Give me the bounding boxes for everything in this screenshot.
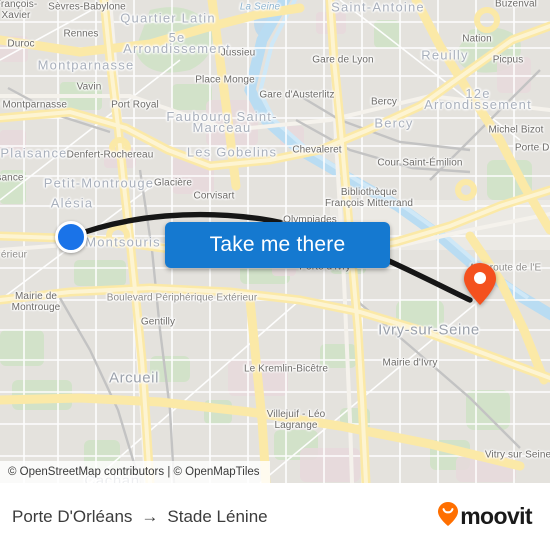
footer-bar: Porte D'Orléans → Stade Lénine moovit xyxy=(0,483,550,550)
trip-origin: Porte D'Orléans xyxy=(12,506,133,526)
orange-pin-destination-marker[interactable] xyxy=(463,262,497,311)
moovit-pin-smiley-icon xyxy=(437,501,459,532)
moovit-logo[interactable]: moovit xyxy=(437,501,533,532)
blue-dot-origin-marker[interactable] xyxy=(55,221,87,253)
take-me-there-button[interactable]: Take me there xyxy=(165,222,390,268)
map-attribution[interactable]: © OpenStreetMap contributors | © OpenMap… xyxy=(0,461,270,483)
take-me-there-label: Take me there xyxy=(209,233,346,256)
attribution-text: © OpenStreetMap contributors | © OpenMap… xyxy=(8,466,260,478)
trip-destination: Stade Lénine xyxy=(167,506,268,526)
moovit-wordmark: moovit xyxy=(460,503,532,529)
arrow-right-icon: → xyxy=(141,506,159,526)
moovit-map-screenshot: François- XavierSèvres-BabyloneQuartier … xyxy=(0,0,550,550)
trip-summary: Porte D'Orléans → Stade Lénine xyxy=(12,507,268,527)
map-canvas[interactable]: François- XavierSèvres-BabyloneQuartier … xyxy=(0,0,550,483)
